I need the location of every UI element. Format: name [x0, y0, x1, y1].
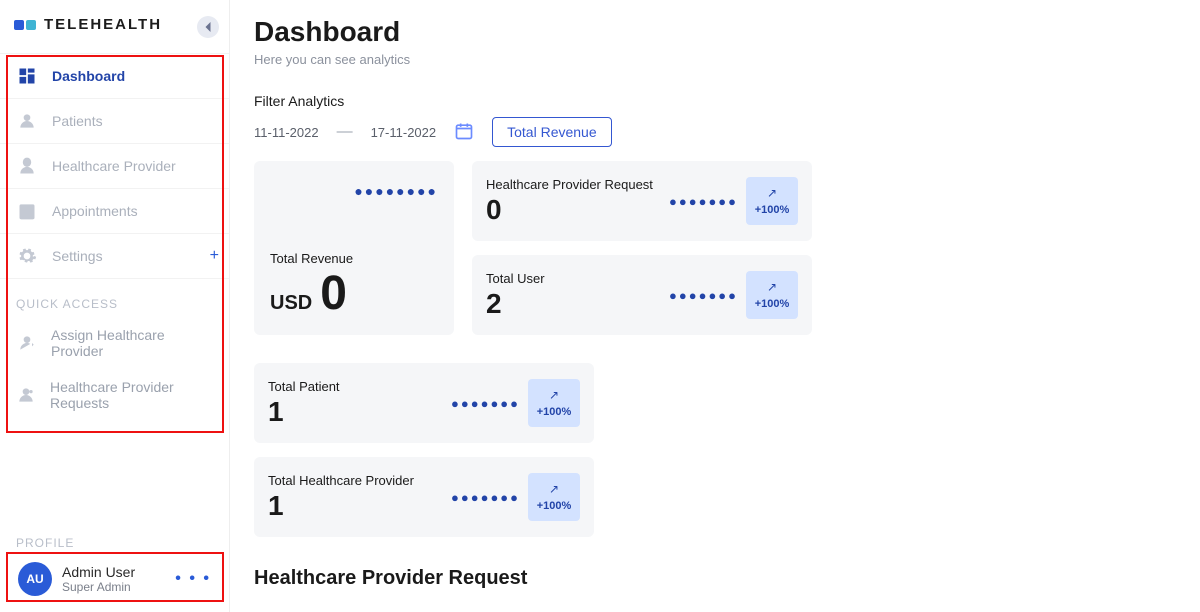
profile-role: Super Admin	[62, 580, 135, 594]
profile-section: PROFILE AU Admin User Super Admin • • •	[0, 536, 229, 602]
main-content: Dashboard Here you can see analytics Fil…	[230, 0, 1200, 612]
hpr-card: Healthcare Provider Request 0 ●●●●●●● ↗ …	[472, 161, 812, 241]
total-healthcare-provider-card: Total Healthcare Provider 1 ●●●●●●● ↗ +1…	[254, 457, 594, 537]
calendar-icon	[16, 201, 38, 221]
page-subtitle: Here you can see analytics	[254, 52, 1176, 67]
stat-label: Healthcare Provider Request	[486, 177, 653, 192]
date-from[interactable]: 11-11-2022	[254, 125, 319, 140]
stat-label: Total Patient	[268, 379, 340, 394]
trend-up-icon: ↗	[767, 280, 777, 294]
chevron-left-icon	[198, 17, 218, 37]
quick-access-label: QUICK ACCESS	[0, 279, 229, 317]
stat-label: Total User	[486, 271, 545, 286]
trend-pct: +100%	[537, 406, 572, 418]
trend-up-icon: ↗	[767, 186, 777, 200]
section-healthcare-provider-request-title: Healthcare Provider Request	[254, 567, 1176, 590]
sidebar-item-settings[interactable]: Settings +	[0, 233, 229, 279]
filter-label: Filter Analytics	[254, 93, 1176, 109]
sparkline-icon: ●●●●●●●	[669, 288, 738, 303]
profile-info: Admin User Super Admin	[62, 564, 135, 594]
date-range-dash: —	[337, 123, 353, 141]
sidebar-item-healthcare-provider[interactable]: Healthcare Provider	[0, 143, 229, 188]
sidebar-item-label: Healthcare Provider	[52, 158, 176, 174]
filter-analytics: Filter Analytics 11-11-2022 — 17-11-2022…	[254, 93, 1176, 147]
brand-title: TELEHEALTH	[44, 16, 162, 33]
gear-icon	[16, 246, 38, 266]
brand-logo-icon	[14, 20, 36, 30]
stat-value: 1	[268, 490, 414, 522]
profile-more-button[interactable]: • • •	[175, 570, 211, 588]
trend-badge: ↗ +100%	[528, 379, 580, 427]
stat-value: 1	[268, 396, 340, 428]
sparkline-icon: ●●●●●●●	[451, 396, 520, 411]
revenue-label: Total Revenue	[270, 251, 438, 266]
doctor-icon	[16, 156, 38, 176]
profile-card[interactable]: AU Admin User Super Admin • • •	[12, 556, 217, 602]
trend-pct: +100%	[537, 500, 572, 512]
profile-section-label: PROFILE	[12, 536, 217, 556]
nav-main: Dashboard Patients Healthcare Provider A…	[0, 53, 229, 279]
stat-value: 0	[486, 194, 653, 226]
sidebar-item-dashboard[interactable]: Dashboard	[0, 53, 229, 98]
sidebar: TELEHEALTH Dashboard Patients	[0, 0, 230, 612]
trend-pct: +100%	[755, 298, 790, 310]
total-patient-card: Total Patient 1 ●●●●●●● ↗ +100%	[254, 363, 594, 443]
total-revenue-card: ●●●●●●●● Total Revenue USD 0	[254, 161, 454, 335]
quick-item-label: Healthcare Provider Requests	[50, 379, 213, 411]
assign-icon	[16, 333, 37, 353]
sparkline-icon: ●●●●●●●●	[354, 183, 438, 199]
sidebar-item-label: Dashboard	[52, 68, 125, 84]
trend-badge: ↗ +100%	[746, 271, 798, 319]
stat-label: Total Healthcare Provider	[268, 473, 414, 488]
stat-value: 2	[486, 288, 545, 320]
date-to[interactable]: 17-11-2022	[371, 125, 437, 140]
calendar-picker-icon[interactable]	[454, 121, 474, 144]
sidebar-item-appointments[interactable]: Appointments	[0, 188, 229, 233]
sidebar-item-label: Settings	[52, 248, 103, 264]
collapse-sidebar-button[interactable]	[197, 16, 219, 38]
trend-badge: ↗ +100%	[746, 177, 798, 225]
revenue-currency: USD	[270, 292, 312, 315]
patients-icon	[16, 111, 38, 131]
sparkline-icon: ●●●●●●●	[451, 490, 520, 505]
total-revenue-button[interactable]: Total Revenue	[492, 117, 612, 147]
sidebar-item-patients[interactable]: Patients	[0, 98, 229, 143]
sidebar-item-label: Patients	[52, 113, 103, 129]
plus-icon[interactable]: +	[210, 247, 219, 265]
avatar: AU	[18, 562, 52, 596]
brand-header: TELEHEALTH	[0, 0, 229, 47]
quick-assign-healthcare-provider[interactable]: Assign Healthcare Provider	[0, 317, 229, 369]
quick-healthcare-provider-requests[interactable]: Healthcare Provider Requests	[0, 369, 229, 421]
grid-icon	[16, 66, 38, 86]
profile-name: Admin User	[62, 564, 135, 580]
page-title: Dashboard	[254, 16, 1176, 48]
trend-badge: ↗ +100%	[528, 473, 580, 521]
sidebar-item-label: Appointments	[52, 203, 138, 219]
sparkline-icon: ●●●●●●●	[669, 194, 738, 209]
quick-item-label: Assign Healthcare Provider	[51, 327, 213, 359]
trend-pct: +100%	[755, 204, 790, 216]
trend-up-icon: ↗	[549, 388, 559, 402]
trend-up-icon: ↗	[549, 482, 559, 496]
revenue-value: 0	[320, 270, 347, 318]
requests-icon	[16, 385, 36, 405]
total-user-card: Total User 2 ●●●●●●● ↗ +100%	[472, 255, 812, 335]
